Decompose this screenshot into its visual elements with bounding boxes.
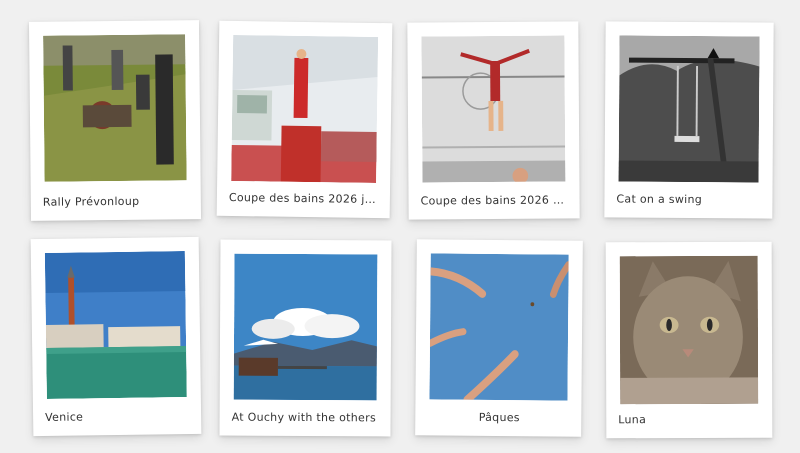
photo-caption: Venice	[45, 410, 84, 424]
photo-card-coupe-1[interactable]: Coupe des bains 2026 je...	[216, 20, 393, 219]
photo-caption: Coupe des bains 2026 a...	[420, 193, 570, 208]
photo-card-rally[interactable]: Rally Prévonloup	[28, 20, 202, 221]
photo-caption: Cat on a swing	[616, 192, 703, 207]
photo-card-luna[interactable]: Luna	[605, 241, 773, 439]
photo-caption: Coupe des bains 2026 je...	[228, 190, 380, 207]
photo-rally-image	[43, 34, 187, 182]
photo-venice-image	[44, 251, 187, 399]
photo-card-ouchy[interactable]: At Ouchy with the others	[219, 239, 392, 437]
photo-luna-image	[619, 255, 759, 405]
photo-coupe-2-image	[421, 35, 566, 183]
photo-ouchy-image	[233, 253, 378, 401]
photo-card-coupe-2[interactable]: Coupe des bains 2026 a...	[407, 21, 580, 220]
photo-paques-image	[429, 253, 569, 401]
photo-caption: Pâques	[478, 410, 520, 425]
photo-caption: Luna	[618, 413, 647, 427]
photo-card-paques[interactable]: Pâques	[415, 239, 583, 437]
photo-caption: Rally Prévonloup	[42, 194, 140, 209]
photo-coupe-1-image	[231, 34, 379, 184]
photo-card-venice[interactable]: Venice	[30, 236, 202, 437]
photo-caption: At Ouchy with the others	[231, 410, 377, 425]
photo-card-cat-swing[interactable]: Cat on a swing	[604, 21, 774, 219]
photo-cat-swing-image	[618, 35, 760, 183]
